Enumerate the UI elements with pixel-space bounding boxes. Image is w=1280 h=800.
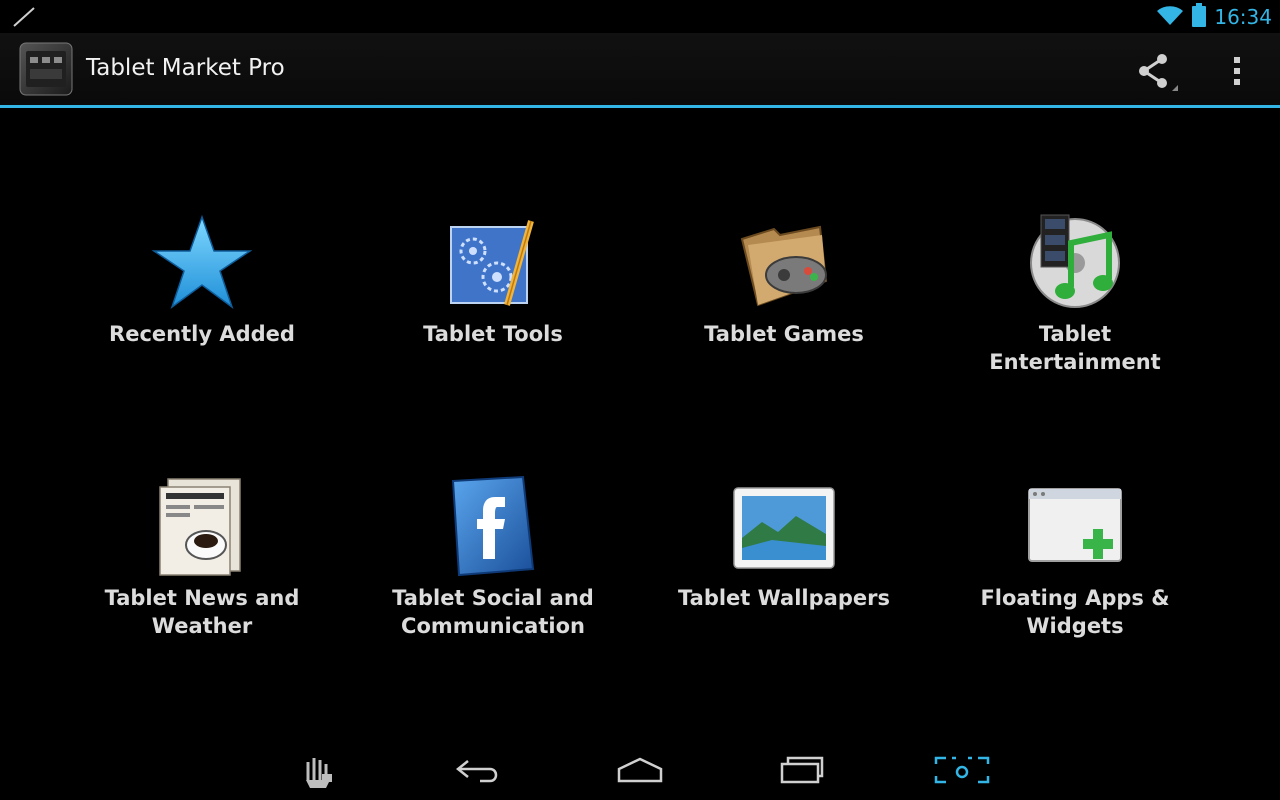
gesture-lock-icon xyxy=(306,758,332,788)
screenshot-button[interactable] xyxy=(932,748,992,792)
wifi-icon xyxy=(1156,4,1184,30)
category-label: Tablet Entertainment xyxy=(989,322,1161,374)
newspaper-icon xyxy=(147,472,257,582)
share-button[interactable] xyxy=(1128,49,1182,93)
category-tablet-social-communication[interactable]: Tablet Social and Communication xyxy=(347,472,639,672)
status-time: 16:34 xyxy=(1214,5,1272,29)
status-indicators: 16:34 xyxy=(1156,3,1272,31)
screenshot-icon xyxy=(934,756,990,784)
blueprint-tools-icon xyxy=(438,208,548,318)
window-plus-icon xyxy=(1020,472,1130,582)
overflow-menu-button[interactable] xyxy=(1218,49,1258,93)
tablet-app-icon[interactable] xyxy=(16,39,76,99)
screen: 16:34 Tablet Market Pro Recently Added T… xyxy=(0,0,1280,800)
category-label: Tablet News and Weather xyxy=(104,586,300,638)
category-tablet-news-weather[interactable]: Tablet News and Weather xyxy=(56,472,348,672)
gamepad-folder-icon xyxy=(729,208,839,318)
media-music-icon xyxy=(1020,208,1130,318)
home-icon xyxy=(617,757,663,783)
app-title: Tablet Market Pro xyxy=(86,55,285,81)
category-label: Tablet Tools xyxy=(423,322,563,346)
category-tablet-wallpapers[interactable]: Tablet Wallpapers xyxy=(638,472,930,672)
category-recently-added[interactable]: Recently Added xyxy=(56,208,348,408)
category-tablet-entertainment[interactable]: Tablet Entertainment xyxy=(929,208,1221,408)
category-label: Tablet Wallpapers xyxy=(678,586,890,610)
pen-icon xyxy=(10,4,40,30)
recents-icon xyxy=(780,756,824,784)
star-icon xyxy=(147,208,257,318)
category-tablet-tools[interactable]: Tablet Tools xyxy=(347,208,639,408)
category-grid: Recently Added Tablet Tools Tablet Games… xyxy=(0,108,1280,738)
category-label: Floating Apps & Widgets xyxy=(980,586,1170,638)
facebook-icon xyxy=(438,472,548,582)
status-bar: 16:34 xyxy=(0,0,1280,33)
back-icon xyxy=(455,760,498,783)
category-tablet-games[interactable]: Tablet Games xyxy=(638,208,930,408)
category-label: Tablet Social and Communication xyxy=(392,586,594,638)
recents-button[interactable] xyxy=(772,748,832,792)
overflow-menu-icon xyxy=(1234,57,1240,85)
battery-icon xyxy=(1192,3,1207,31)
category-label: Recently Added xyxy=(109,322,295,346)
category-label: Tablet Games xyxy=(704,322,864,346)
back-button[interactable] xyxy=(448,748,508,792)
navigation-bar xyxy=(0,738,1280,800)
landscape-picture-icon xyxy=(729,472,839,582)
category-floating-apps-widgets[interactable]: Floating Apps & Widgets xyxy=(929,472,1221,672)
action-bar: Tablet Market Pro xyxy=(0,33,1280,108)
home-button[interactable] xyxy=(610,748,670,792)
share-icon xyxy=(1139,54,1178,91)
gesture-lock-button[interactable] xyxy=(288,748,348,792)
